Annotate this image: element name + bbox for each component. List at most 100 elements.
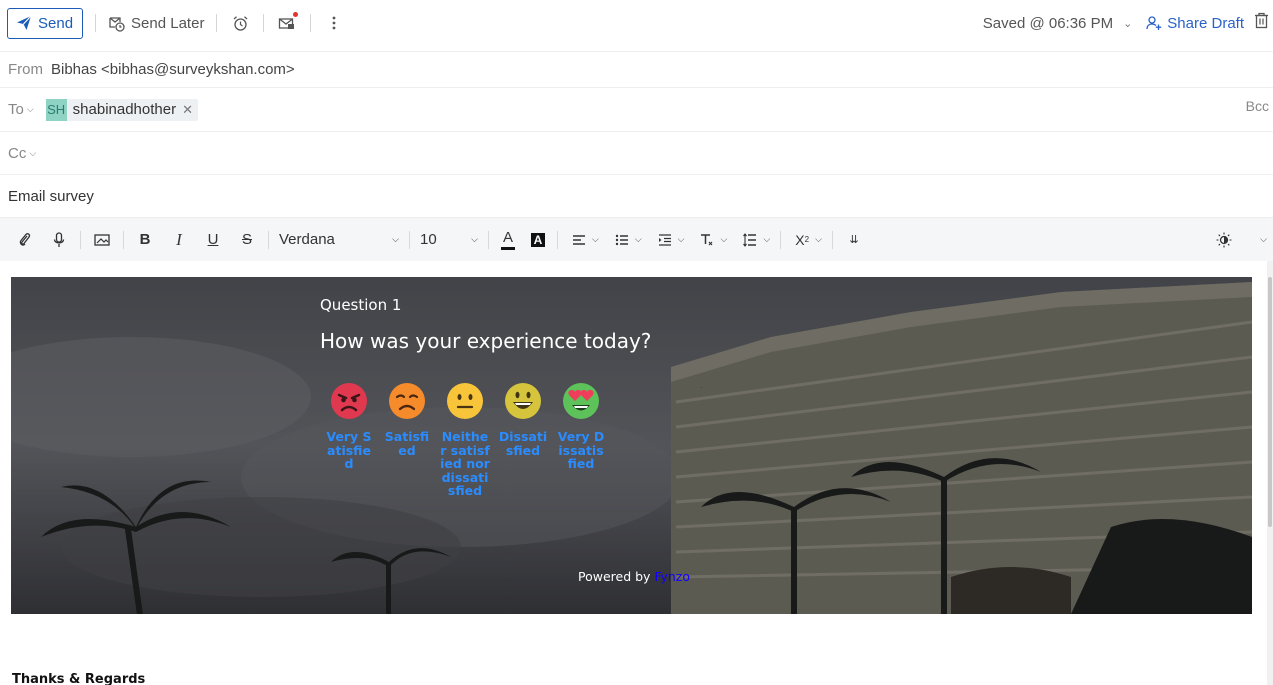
chevron-down-icon[interactable]: ⌵ bbox=[635, 234, 642, 245]
more-format-options-icon[interactable]: ⇊ bbox=[845, 231, 863, 249]
rating-options: Very Satisfied Satisfied Neither satisfi… bbox=[320, 382, 610, 498]
to-label[interactable]: To bbox=[8, 101, 24, 118]
alarm-clock-icon bbox=[233, 15, 248, 31]
toolbar-divider bbox=[557, 230, 558, 249]
toolbar-divider bbox=[268, 230, 269, 249]
recipient-chip[interactable]: SH shabinadhother ✕ bbox=[45, 98, 198, 121]
chevron-down-icon[interactable]: ⌵ bbox=[1260, 234, 1267, 245]
indent-icon[interactable] bbox=[656, 231, 674, 249]
clear-format-icon[interactable] bbox=[698, 231, 716, 249]
send-later-label: Send Later bbox=[131, 14, 205, 32]
hotel-background-image bbox=[11, 277, 1252, 614]
send-later-icon bbox=[109, 16, 125, 32]
chevron-down-icon[interactable]: ⌵ bbox=[678, 234, 685, 245]
read-receipt-button[interactable] bbox=[276, 12, 299, 34]
toolbar-divider bbox=[80, 230, 81, 249]
highlight-color-icon[interactable]: A bbox=[531, 232, 545, 247]
close-icon[interactable]: ✕ bbox=[182, 102, 193, 118]
share-user-icon bbox=[1146, 16, 1162, 30]
send-later-button[interactable]: Send Later bbox=[108, 15, 204, 32]
survey-banner: Question 1 How was your experience today… bbox=[11, 277, 1252, 614]
reminder-button[interactable] bbox=[229, 12, 251, 34]
heart-eyes-face-icon bbox=[563, 383, 599, 419]
toolbar-right: Saved @ 06:36 PM ⌄ Share Draft bbox=[983, 0, 1273, 46]
saved-status: Saved @ 06:36 PM bbox=[982, 14, 1114, 32]
font-size-value: 10 bbox=[420, 231, 437, 248]
attachment-icon[interactable] bbox=[16, 231, 34, 249]
chevron-down-icon[interactable]: ⌵ bbox=[720, 234, 727, 245]
trash-icon bbox=[1255, 12, 1268, 29]
signature-regards: Thanks & Regards bbox=[12, 672, 146, 685]
chevron-down-icon[interactable]: ⌄ bbox=[1123, 17, 1132, 30]
toolbar-divider bbox=[95, 14, 97, 32]
toolbar-divider bbox=[780, 230, 782, 249]
microphone-icon[interactable] bbox=[50, 231, 68, 249]
chevron-down-icon[interactable]: ⌵ bbox=[27, 104, 34, 115]
powered-by-link[interactable]: Fynzo bbox=[654, 569, 690, 584]
chevron-down-icon[interactable]: ⌵ bbox=[815, 234, 822, 245]
share-draft-button[interactable]: Share Draft bbox=[1146, 15, 1244, 32]
italic-icon[interactable]: I bbox=[170, 230, 188, 249]
rating-option[interactable]: Very Dissatisfied bbox=[552, 382, 610, 498]
from-value[interactable]: Bibhas <bibhas@surveykshan.com> bbox=[51, 61, 295, 78]
rating-option[interactable]: Very Satisfied bbox=[320, 382, 378, 498]
chevron-down-icon[interactable]: ⌵ bbox=[29, 148, 36, 159]
underline-icon[interactable]: U bbox=[204, 231, 222, 249]
angry-face-icon bbox=[331, 383, 367, 419]
rating-option[interactable]: Dissatisfied bbox=[494, 382, 552, 498]
question-text: How was your experience today? bbox=[320, 329, 652, 353]
align-left-icon[interactable] bbox=[570, 231, 588, 249]
rating-option-label: Very Dissatisfied bbox=[557, 429, 605, 471]
editor-scrollbar[interactable] bbox=[1267, 261, 1273, 685]
send-button[interactable]: Send bbox=[7, 7, 84, 39]
frowning-face-icon bbox=[389, 383, 425, 419]
send-label: Send bbox=[38, 14, 74, 32]
font-family-value: Verdana bbox=[279, 231, 335, 248]
bullet-list-icon[interactable] bbox=[613, 231, 631, 249]
rating-option[interactable]: Neither satisfied nor dissatisfied bbox=[436, 382, 494, 498]
question-number: Question 1 bbox=[320, 296, 402, 314]
rating-option-label: Neither satisfied nor dissatisfied bbox=[440, 429, 490, 498]
powered-by-prefix: Powered by bbox=[578, 569, 651, 584]
powered-by: Powered by Fynzo bbox=[578, 569, 690, 584]
from-row: From Bibhas <bibhas@surveykshan.com> bbox=[0, 51, 1273, 87]
share-draft-label: Share Draft bbox=[1167, 14, 1244, 32]
chevron-down-icon[interactable]: ⌵ bbox=[592, 234, 599, 245]
line-spacing-icon[interactable] bbox=[741, 231, 759, 249]
font-size-select[interactable]: 10 ⌵ bbox=[414, 231, 484, 248]
brightness-icon[interactable] bbox=[1215, 231, 1233, 249]
send-icon bbox=[17, 15, 32, 30]
subject-input[interactable]: Email survey bbox=[8, 188, 94, 205]
recipient-avatar: SH bbox=[45, 98, 67, 121]
compose-toolbar: Send Send Later Saved @ 06:36 PM ⌄ Share… bbox=[0, 0, 1273, 46]
insert-image-icon[interactable] bbox=[93, 231, 111, 249]
discard-draft-button[interactable] bbox=[1254, 12, 1269, 34]
smiling-face-icon bbox=[505, 383, 541, 419]
superscript-icon[interactable]: X2 bbox=[793, 231, 811, 249]
mail-tracking-icon bbox=[279, 17, 295, 29]
recipient-name: shabinadhother bbox=[72, 101, 177, 118]
cc-label[interactable]: Cc bbox=[8, 145, 26, 162]
editor-body[interactable]: Question 1 How was your experience today… bbox=[0, 261, 1273, 685]
toolbar-divider bbox=[123, 230, 124, 249]
to-row: To ⌵ SH shabinadhother ✕ Bcc bbox=[0, 87, 1273, 131]
rating-option-label: Satisfied bbox=[384, 429, 430, 458]
format-toolbar: B I U S Verdana ⌵ 10 ⌵ A A ⌵ ⌵ ⌵ ⌵ ⌵ X2 … bbox=[0, 217, 1273, 261]
cc-row: Cc ⌵ bbox=[0, 131, 1273, 174]
more-options-button[interactable] bbox=[323, 12, 345, 34]
font-family-select[interactable]: Verdana ⌵ bbox=[273, 231, 405, 248]
chevron-down-icon[interactable]: ⌵ bbox=[763, 234, 770, 245]
toolbar-divider bbox=[488, 230, 489, 249]
scrollbar-thumb[interactable] bbox=[1268, 277, 1272, 527]
toolbar-divider bbox=[409, 230, 410, 249]
chevron-down-icon: ⌵ bbox=[392, 234, 399, 244]
bcc-toggle[interactable]: Bcc bbox=[1246, 98, 1269, 114]
text-color-icon[interactable]: A bbox=[501, 230, 515, 250]
strikethrough-icon[interactable]: S bbox=[238, 231, 256, 249]
toolbar-divider bbox=[263, 14, 265, 32]
rating-option[interactable]: Satisfied bbox=[378, 382, 436, 498]
bold-icon[interactable]: B bbox=[136, 231, 154, 249]
toolbar-divider bbox=[831, 230, 833, 249]
neutral-face-icon bbox=[447, 383, 483, 419]
from-label: From bbox=[8, 61, 43, 78]
